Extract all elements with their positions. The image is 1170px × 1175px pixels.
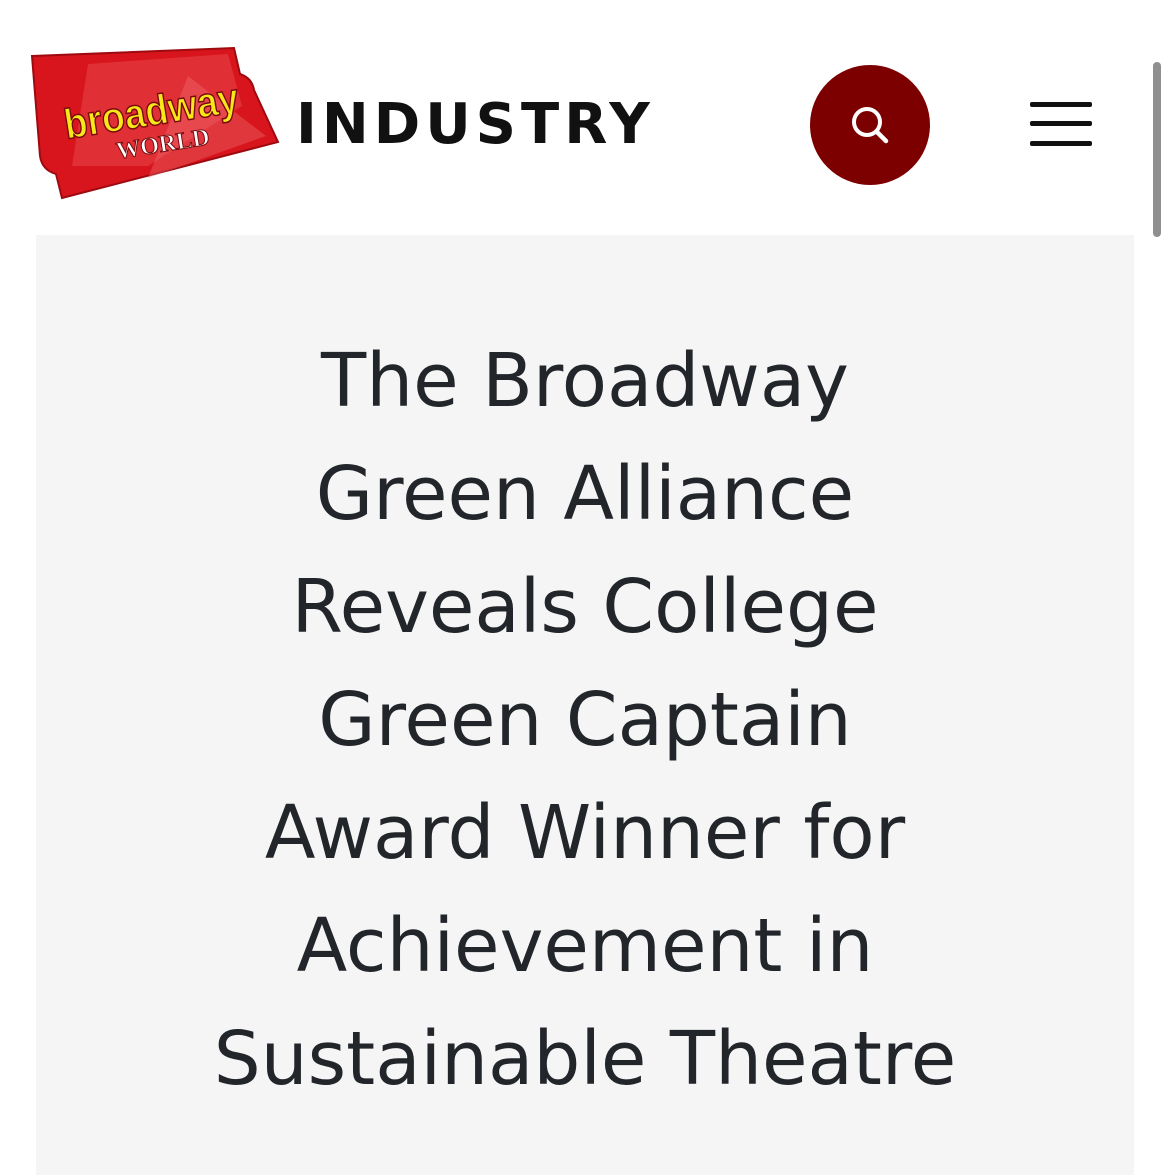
headline-line: Green Alliance bbox=[315, 451, 855, 537]
menu-bar-middle bbox=[1030, 121, 1092, 126]
broadwayworld-logo[interactable]: broadway WORLD bbox=[28, 46, 280, 202]
page: broadway WORLD INDUSTRY The Broadway Gre… bbox=[0, 0, 1170, 1175]
search-button[interactable] bbox=[810, 65, 930, 185]
headline-line: The Broadway bbox=[321, 338, 849, 424]
headline-panel: The Broadway Green Alliance Reveals Coll… bbox=[36, 235, 1134, 1175]
search-icon bbox=[852, 107, 889, 144]
headline-line: Award Winner for bbox=[264, 790, 906, 876]
article-headline[interactable]: The Broadway Green Alliance Reveals Coll… bbox=[76, 325, 1094, 1116]
section-title[interactable]: INDUSTRY bbox=[296, 92, 655, 158]
hamburger-menu-icon[interactable] bbox=[1028, 96, 1096, 154]
headline-line: Achievement in bbox=[296, 903, 874, 989]
menu-bar-top bbox=[1030, 102, 1092, 107]
ticket-logo-graphic: broadway WORLD bbox=[30, 46, 280, 200]
headline-line: Sustainable Theatre bbox=[213, 1016, 957, 1102]
site-header: broadway WORLD INDUSTRY bbox=[0, 0, 1170, 237]
scrollbar-thumb[interactable] bbox=[1153, 62, 1161, 237]
headline-line: Green Captain bbox=[318, 677, 852, 763]
menu-bar-bottom bbox=[1030, 141, 1092, 146]
headline-line: Reveals College bbox=[291, 564, 879, 650]
